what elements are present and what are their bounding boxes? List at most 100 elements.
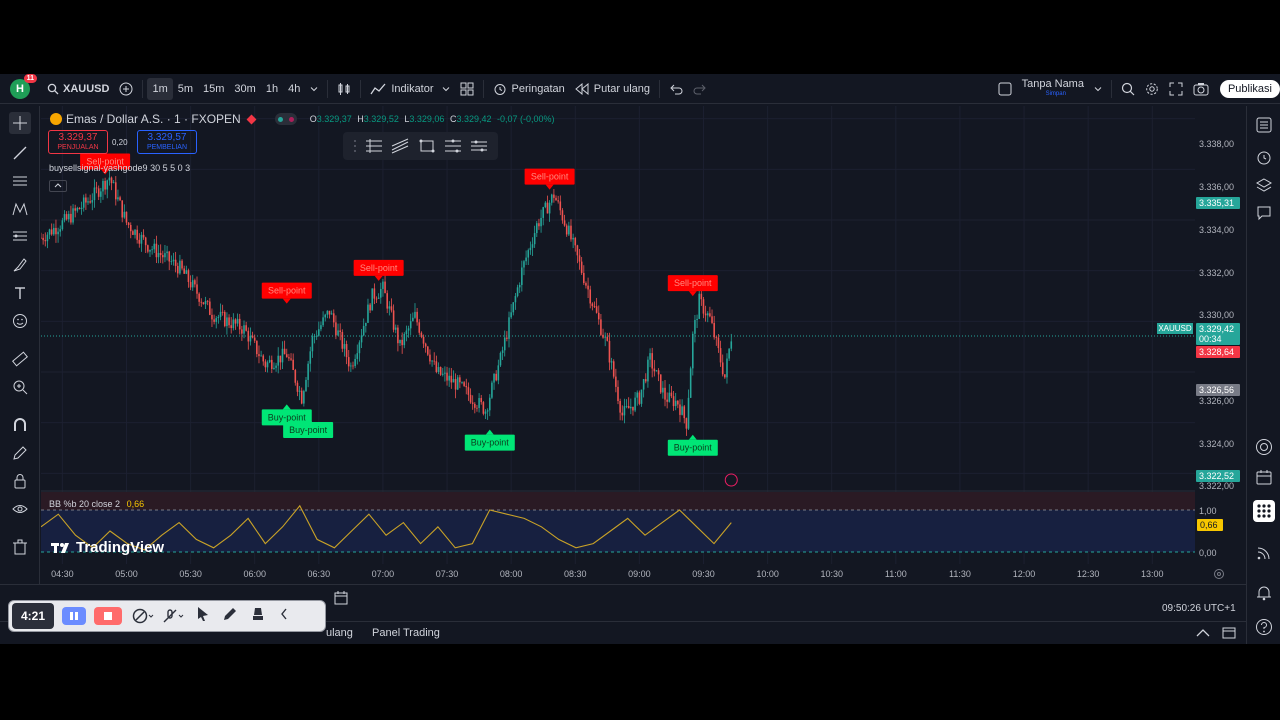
object-tree-button[interactable] <box>1253 174 1275 196</box>
collapse-recorder-button[interactable] <box>280 607 288 625</box>
crosshair-tool[interactable] <box>9 112 31 134</box>
buy-signal-text: Buy-point <box>289 425 328 435</box>
candle-body <box>104 180 106 190</box>
timeframe-15m[interactable]: 15m <box>198 78 229 100</box>
hide-drawings-tool[interactable] <box>9 498 31 520</box>
layout-name[interactable]: Tanpa Nama Simpan <box>1017 78 1089 100</box>
flag-icon[interactable] <box>246 114 257 124</box>
templates-button[interactable] <box>455 78 479 100</box>
redo-button[interactable] <box>688 78 712 100</box>
chart-type-button[interactable] <box>332 78 356 100</box>
brush-tool[interactable] <box>9 254 31 276</box>
help-button[interactable] <box>1253 616 1275 638</box>
mic-toggle[interactable] <box>162 608 184 624</box>
apps-button[interactable] <box>1253 500 1275 522</box>
avatar[interactable]: H 11 <box>10 73 37 99</box>
compare-symbol-button[interactable] <box>114 78 138 100</box>
undo-button[interactable] <box>664 78 688 100</box>
timeframe-1h[interactable]: 1h <box>261 78 283 100</box>
lock-drawings-tool[interactable] <box>9 470 31 492</box>
candle-body <box>595 306 598 313</box>
rectangle-icon[interactable] <box>418 138 436 154</box>
quick-search-button[interactable] <box>1116 78 1140 100</box>
annotate-tool[interactable] <box>132 608 154 624</box>
candle-body <box>298 390 301 392</box>
candle-body <box>335 322 337 336</box>
text-tool[interactable] <box>9 282 31 304</box>
maximize-panel-icon[interactable] <box>1222 627 1236 639</box>
horizontal-lines-tool[interactable] <box>9 170 31 192</box>
alert-button[interactable]: Peringatan <box>488 78 570 100</box>
candle-body <box>401 339 403 346</box>
chat-button[interactable] <box>1253 202 1275 224</box>
layout-dropdown[interactable] <box>1089 78 1107 100</box>
symbol-title[interactable]: Emas / Dollar A.S. · 1 · FXOPEN <box>66 112 241 126</box>
timezone-clock[interactable]: 09:50:26 UTC+1 <box>1162 603 1236 614</box>
pause-recording-button[interactable] <box>62 607 86 625</box>
chart-pane[interactable]: Sell-point Sell-point Buy-point Buy-point Se… <box>41 106 1195 564</box>
fullscreen-button[interactable] <box>1164 78 1188 100</box>
timeframe-5m[interactable]: 5m <box>173 78 198 100</box>
candle-body <box>647 359 649 382</box>
align-lines-icon[interactable] <box>365 138 383 154</box>
oscillator-legend[interactable]: BB %b 20 close 2 0,66 <box>49 499 144 509</box>
stop-recording-button[interactable] <box>94 607 122 625</box>
magnet-tool[interactable] <box>9 414 31 436</box>
alerts-panel-button[interactable] <box>1253 146 1275 168</box>
candle-body <box>608 340 611 363</box>
pen-tool[interactable] <box>222 606 238 627</box>
low-value: 3.329,06 <box>409 114 445 124</box>
ideas-button[interactable] <box>1253 436 1275 458</box>
candle-body <box>365 322 367 326</box>
replay-button[interactable]: Putar ulang <box>570 78 655 100</box>
indicators-button[interactable]: Indikator <box>365 78 454 100</box>
snapshot-button[interactable] <box>1188 78 1214 100</box>
collapse-legend-button[interactable] <box>49 180 67 192</box>
ruler-tool[interactable] <box>9 348 31 370</box>
layout-checkbox[interactable] <box>993 78 1017 100</box>
high-value: 3.329,52 <box>363 114 399 124</box>
keep-drawing-tool[interactable] <box>9 442 31 464</box>
tab-replay-partial[interactable]: ulang <box>326 627 353 639</box>
notifications-button[interactable] <box>1253 582 1275 604</box>
candle-body <box>294 369 297 383</box>
timeframe-4h[interactable]: 4h <box>283 78 305 100</box>
pencil-lock-icon <box>13 446 27 460</box>
remove-drawings-tool[interactable] <box>9 536 31 558</box>
settings-lines-icon[interactable] <box>470 138 488 154</box>
pattern-tool[interactable] <box>9 198 31 220</box>
timeframe-30m[interactable]: 30m <box>229 78 260 100</box>
time-axis[interactable]: 04:30 05:00 05:30 06:00 06:30 07:00 07:30 08:00… <box>41 562 1195 584</box>
fib-tool[interactable] <box>9 226 31 248</box>
indicator-legend[interactable]: buysellsignal-yashgode9 30 5 5 0 3 <box>49 163 190 173</box>
timeframe-1m[interactable]: 1m <box>147 77 173 100</box>
calendar-goto-icon[interactable] <box>334 591 348 605</box>
watchlist-button[interactable] <box>1253 114 1275 136</box>
timeframe-dropdown[interactable] <box>305 78 323 100</box>
highlighter-tool[interactable] <box>250 606 266 627</box>
emoji-tool[interactable] <box>9 310 31 332</box>
drag-handle-icon[interactable] <box>353 139 357 153</box>
calendar-button[interactable] <box>1253 466 1275 488</box>
fib-channel-icon[interactable] <box>444 138 462 154</box>
candle-body <box>461 382 463 383</box>
settings-button[interactable] <box>1140 78 1164 100</box>
high-price-tag: 3.335,31 <box>1196 197 1240 209</box>
publish-button[interactable]: Publikasi <box>1219 79 1280 98</box>
market-status-toggle[interactable] <box>274 113 297 125</box>
chevron-up-icon[interactable] <box>1196 628 1210 638</box>
settings-wheel-icon[interactable] <box>1213 568 1225 580</box>
sell-button[interactable]: 3.329,37 PENJUALAN <box>48 130 108 154</box>
parallel-channel-icon[interactable] <box>391 138 409 154</box>
price-axis[interactable]: 3.338,00 3.336,00 3.334,00 3.332,00 3.33… <box>1195 106 1245 531</box>
price-chart[interactable]: Sell-point Sell-point Buy-point Buy-point Se… <box>41 106 1195 564</box>
zoom-tool[interactable] <box>9 376 31 398</box>
trend-line-tool[interactable] <box>9 142 31 164</box>
tab-trading-panel[interactable]: Panel Trading <box>372 627 440 639</box>
stream-button[interactable] <box>1253 542 1275 564</box>
candle-body <box>441 373 444 375</box>
pointer-tool[interactable] <box>196 606 210 627</box>
candle-body <box>245 325 247 331</box>
symbol-search[interactable]: XAUUSD <box>42 78 114 100</box>
buy-button[interactable]: 3.329,57 PEMBELIAN <box>137 130 197 154</box>
